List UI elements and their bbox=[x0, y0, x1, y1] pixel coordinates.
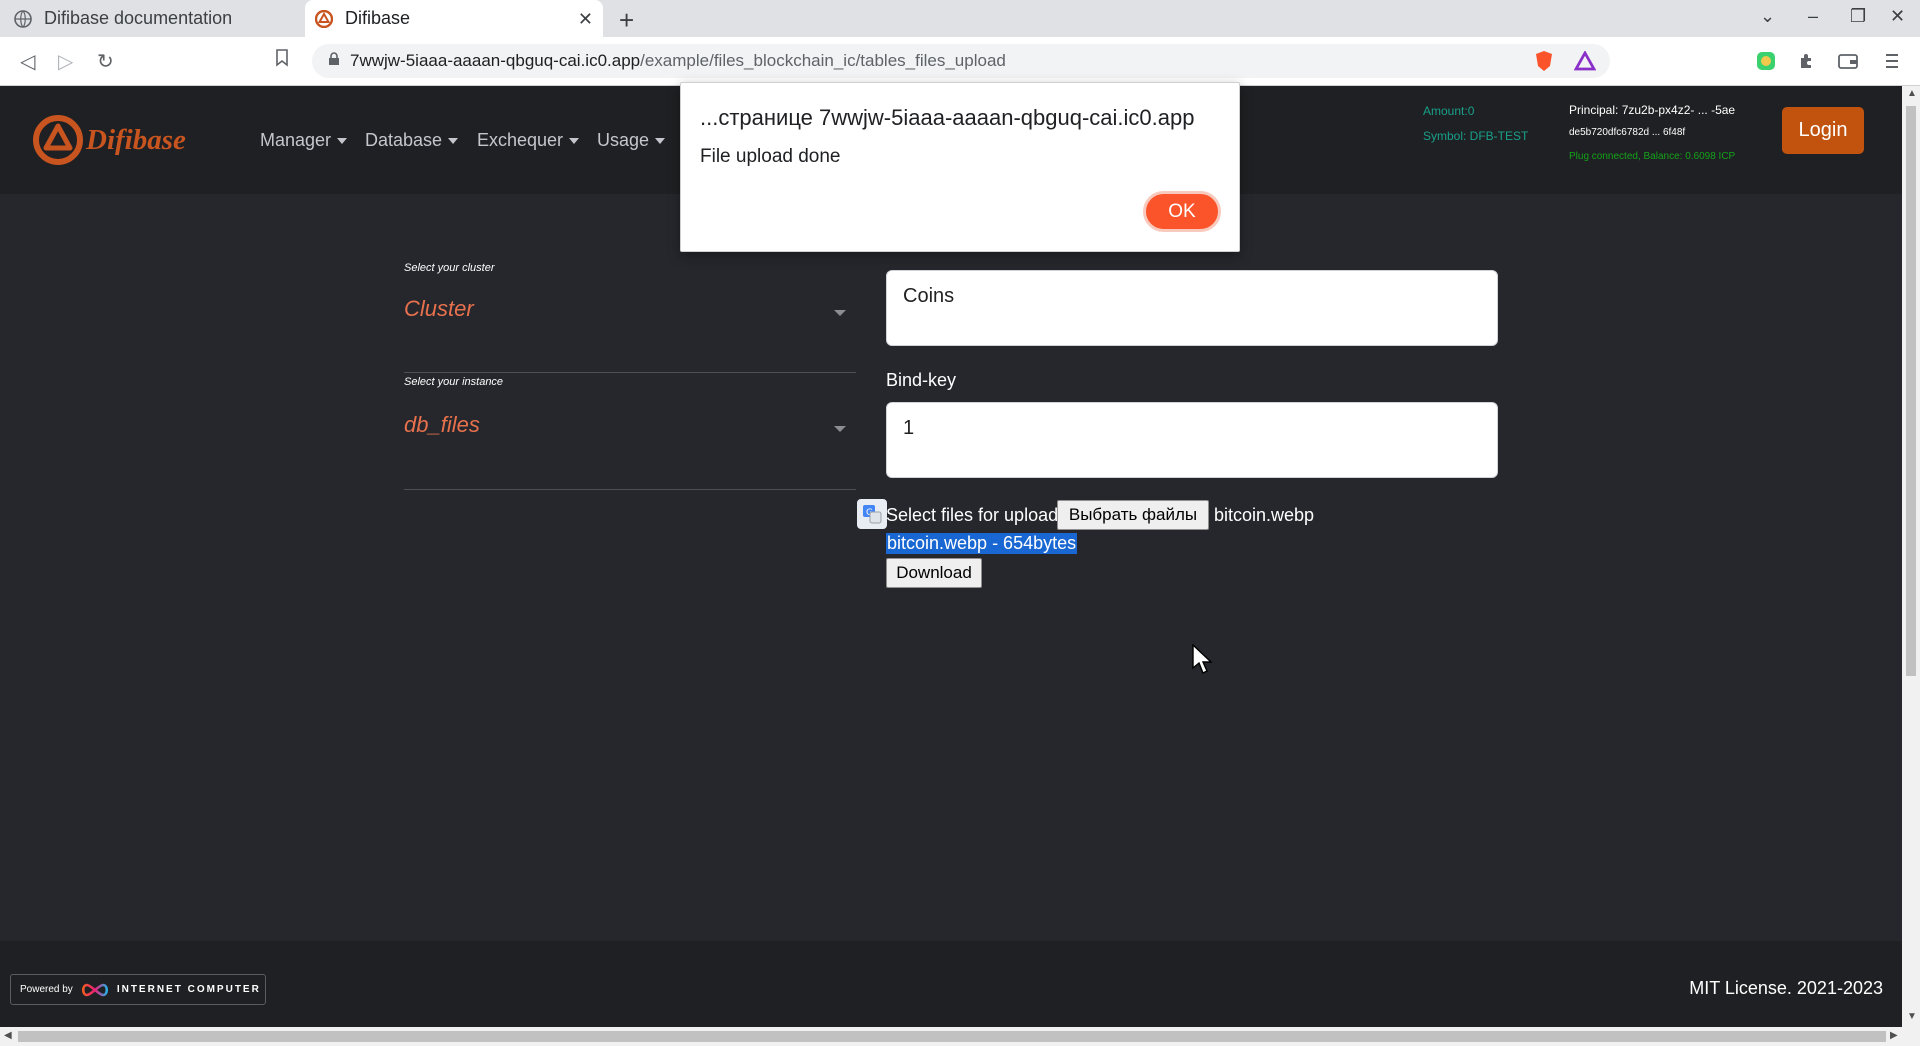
dialog-message: File upload done bbox=[700, 146, 841, 167]
tab-title: Difibase documentation bbox=[44, 8, 233, 28]
plug-status: Plug connected, Balance: 0.6098 ICP bbox=[1569, 151, 1736, 162]
menu-usage[interactable]: Usage bbox=[597, 130, 666, 151]
scroll-left-icon[interactable]: ◀ bbox=[4, 1030, 12, 1041]
site-footer: Powered by INTERNET COMPUTER MIT License… bbox=[0, 941, 1902, 1027]
caret-down-icon bbox=[569, 137, 580, 144]
horizontal-scrollbar[interactable]: ◀ ▶ bbox=[0, 1027, 1920, 1046]
difibase-logo-icon bbox=[33, 115, 83, 165]
upload-label: Select files for upload bbox=[886, 505, 1059, 525]
menu-label: Usage bbox=[597, 130, 650, 150]
bindkey-field[interactable]: 1 bbox=[886, 402, 1498, 478]
menu-exchequer[interactable]: Exchequer bbox=[477, 130, 580, 151]
dialog-ok-button[interactable]: OK bbox=[1143, 191, 1221, 232]
vertical-scrollbar[interactable]: ▲ ▼ bbox=[1902, 86, 1920, 1027]
restore-icon[interactable]: ❐ bbox=[1850, 6, 1866, 27]
brand-logo[interactable]: Difibase bbox=[32, 114, 186, 166]
google-translate-icon[interactable]: G bbox=[857, 499, 887, 529]
license-text: MIT License. 2021-2023 bbox=[1689, 978, 1883, 998]
chosen-file-name: bitcoin.webp bbox=[1214, 505, 1315, 525]
menu-label: Manager bbox=[260, 130, 332, 150]
scroll-up-icon[interactable]: ▲ bbox=[1907, 88, 1917, 99]
browser-toolbar: ◁ ▷ ↻ 7wwjw-5iaaa-aaaan-qbguq-cai.ic0.ap… bbox=[0, 37, 1920, 86]
cluster-hint: Select your cluster bbox=[404, 262, 495, 274]
url-host: 7wwjw-5iaaa-aaaan-qbguq-cai.ic0.app bbox=[350, 51, 641, 70]
close-window-icon[interactable]: ✕ bbox=[1890, 6, 1905, 27]
caret-down-icon bbox=[448, 137, 459, 144]
instance-select[interactable]: db_files bbox=[404, 404, 856, 454]
instance-hint: Select your instance bbox=[404, 376, 504, 388]
url-bar[interactable]: 7wwjw-5iaaa-aaaan-qbguq-cai.ic0.app/exam… bbox=[312, 44, 1610, 78]
account-id: de5b720dfc6782d ... 6f48f bbox=[1569, 127, 1686, 138]
infinity-icon bbox=[81, 983, 108, 996]
dropdown-arrow-icon bbox=[834, 426, 846, 432]
cluster-value: Cluster bbox=[404, 296, 474, 321]
internet-computer-text: INTERNET COMPUTER bbox=[116, 984, 261, 995]
lock-icon bbox=[328, 51, 340, 71]
vertical-scroll-thumb[interactable] bbox=[1906, 106, 1916, 676]
horizontal-scroll-thumb[interactable] bbox=[18, 1031, 1886, 1042]
menu-manager[interactable]: Manager bbox=[260, 130, 348, 151]
new-tab-icon[interactable]: + bbox=[619, 5, 634, 36]
url-path: /example/files_blockchain_ic/tables_file… bbox=[640, 51, 1006, 70]
plug-wallet-extension-icon[interactable] bbox=[1754, 49, 1778, 73]
token-symbol: Symbol: DFB-TEST bbox=[1423, 129, 1529, 143]
main-menu-icon[interactable] bbox=[1880, 49, 1904, 73]
scroll-down-icon[interactable]: ▼ bbox=[1907, 1011, 1917, 1022]
tab-difibase-documentation[interactable]: Difibase documentation bbox=[14, 0, 304, 37]
powered-by-text: Powered by bbox=[20, 984, 73, 995]
globe-icon bbox=[14, 9, 32, 28]
tab-search-icon[interactable]: ⌄ bbox=[1760, 6, 1775, 27]
login-button[interactable]: Login bbox=[1782, 107, 1864, 154]
forward-icon[interactable]: ▷ bbox=[58, 49, 73, 74]
scroll-right-icon[interactable]: ▶ bbox=[1890, 1030, 1898, 1041]
difibase-logo-icon bbox=[315, 9, 333, 28]
caret-down-icon bbox=[655, 137, 666, 144]
cluster-select[interactable]: Cluster bbox=[404, 290, 856, 340]
extensions-icon[interactable] bbox=[1795, 49, 1819, 73]
back-icon[interactable]: ◁ bbox=[20, 49, 35, 74]
bookmark-icon[interactable] bbox=[275, 49, 289, 73]
caret-down-icon bbox=[337, 137, 348, 144]
token-amount: Amount:0 bbox=[1423, 104, 1475, 118]
bindkey-label: Bind-key bbox=[886, 370, 957, 390]
choose-files-button[interactable]: Выбрать файлы bbox=[1057, 500, 1209, 530]
reload-icon[interactable]: ↻ bbox=[97, 49, 114, 74]
browser-tab-bar: Difibase documentation Difibase ✕ + ⌄ – … bbox=[0, 0, 1920, 37]
close-tab-icon[interactable]: ✕ bbox=[578, 9, 593, 30]
alert-dialog: ...странице 7wwjw-5iaaa-aaaan-qbguq-cai.… bbox=[680, 82, 1240, 252]
table-name-field[interactable]: Coins bbox=[886, 270, 1498, 346]
mouse-cursor-icon bbox=[1192, 644, 1213, 674]
instance-underline bbox=[404, 489, 856, 490]
principal-id: Principal: 7zu2b-px4z2- ... -5ae bbox=[1569, 103, 1736, 117]
file-info: bitcoin.webp - 654bytes bbox=[886, 533, 1078, 554]
brave-rewards-icon[interactable] bbox=[1573, 49, 1597, 73]
dialog-title: ...странице 7wwjw-5iaaa-aaaan-qbguq-cai.… bbox=[700, 105, 1195, 130]
menu-label: Database bbox=[365, 130, 443, 150]
brand-name: Difibase bbox=[86, 123, 186, 156]
wallet-icon[interactable] bbox=[1836, 49, 1860, 73]
tab-title: Difibase bbox=[345, 8, 411, 28]
menu-label: Exchequer bbox=[477, 130, 564, 150]
instance-value: db_files bbox=[404, 412, 480, 437]
powered-by-badge[interactable]: Powered by INTERNET COMPUTER bbox=[10, 974, 266, 1005]
download-button[interactable]: Download bbox=[886, 558, 982, 588]
brave-shields-icon[interactable] bbox=[1532, 49, 1556, 73]
dropdown-arrow-icon bbox=[834, 310, 846, 316]
tab-difibase[interactable]: Difibase ✕ bbox=[305, 0, 603, 37]
minimize-icon[interactable]: – bbox=[1808, 6, 1818, 27]
menu-database[interactable]: Database bbox=[365, 130, 459, 151]
cluster-underline bbox=[404, 372, 856, 373]
